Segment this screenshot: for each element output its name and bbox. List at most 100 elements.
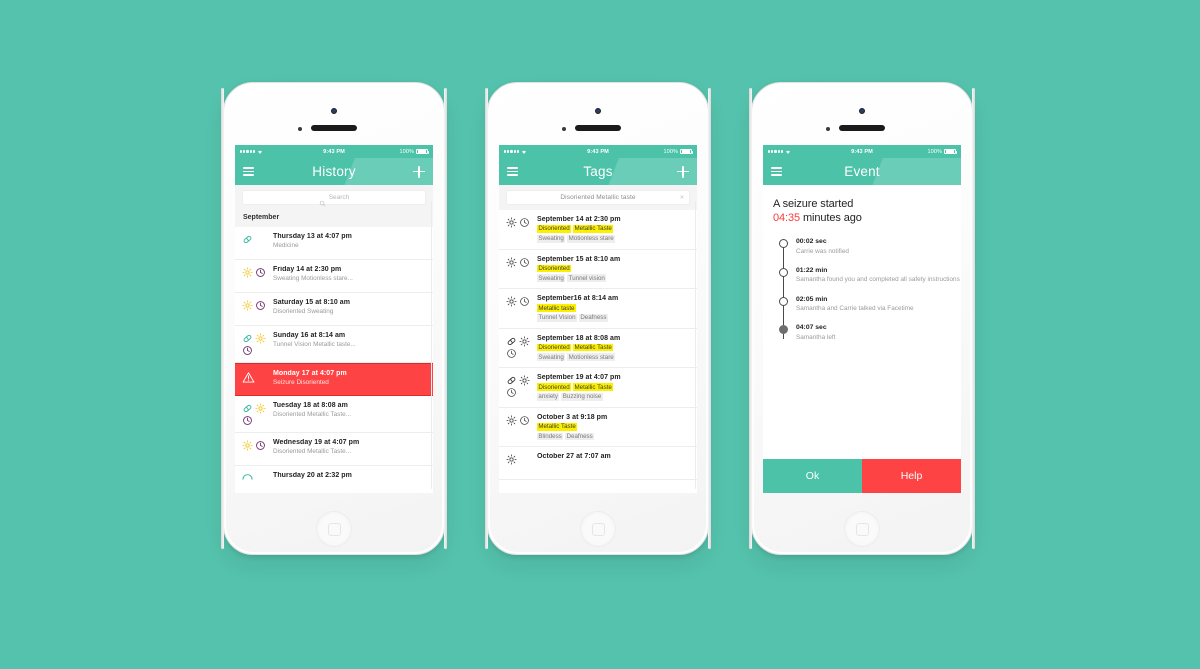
tag-highlighted[interactable]: Disoriented [537,383,572,392]
row-icons [242,299,272,311]
home-button-square-icon [591,522,605,536]
tag[interactable]: Buzzing noise [561,393,603,401]
tag[interactable]: Blindess [537,432,564,441]
tag[interactable]: Tunnel Vision [537,313,577,322]
tag-row[interactable]: September16 at 8:14 am Metallic taste Tun… [499,289,697,329]
tag-highlighted[interactable]: Metallic Taste [573,225,614,233]
hamburger-menu-icon[interactable] [243,167,254,176]
row-text: Friday 14 at 2:30 pm Sweating Motionless… [272,266,425,282]
tag-line: Disoriented [537,264,689,273]
front-camera-icon [595,108,601,114]
tag[interactable]: Sweating [537,234,566,243]
tag-highlighted[interactable]: Disoriented [537,225,572,233]
history-row[interactable]: Saturday 15 at 8:10 am Disoriented Sweat… [235,293,433,326]
front-camera-icon [331,108,337,114]
tag[interactable]: Tunnel vision [567,274,607,283]
tag-row[interactable]: October 3 at 9:18 pm Metallic Taste Blind… [499,407,697,448]
sun-icon [255,403,266,414]
tag-highlighted[interactable]: Metallic Taste [573,383,614,392]
row-subtitle: Seizure Disoriented [273,379,329,386]
sun-icon [506,296,517,307]
phone-edge-right [708,88,711,549]
scrollbar[interactable] [430,201,432,489]
tag-row[interactable]: October 27 at 7:07 am [499,447,697,481]
help-button[interactable]: Help [862,459,961,493]
earpiece-speaker-icon [575,125,621,131]
history-row[interactable]: Thursday 20 at 2:32 pm [235,466,433,493]
hamburger-menu-icon[interactable] [507,167,518,176]
row-subtitle: Disoriented Metallic Taste... [273,411,352,418]
tag-row[interactable]: September 14 at 2:30 pm Disoriented Metal… [499,210,697,250]
tag[interactable]: Deafness [565,432,595,441]
event-elapsed-time: 04:35 [773,212,801,224]
home-button[interactable] [580,511,616,547]
row-icons [242,233,272,245]
pill-icon [506,375,517,386]
history-row[interactable]: Thursday 13 at 4:07 pm Medicine [235,227,433,260]
nav-title-tags: Tags [583,164,613,179]
search-input[interactable]: Disoriented Metallic taste × [506,190,690,205]
phone-edge-left [749,88,752,549]
timeline-time: 01:22 min [796,266,828,274]
tag-line: Disoriented Metallic Taste [537,343,689,352]
screenshot-stage: 9:43 PM 100% History Search September Th… [0,0,1200,669]
row-text: Thursday 20 at 2:32 pm [272,472,425,479]
sun-icon [242,440,253,451]
screen-event[interactable]: 9:43 PM 100% Event A seizure started 04:… [763,145,961,493]
tag-row[interactable]: September 19 at 4:07 pm Disoriented Metal… [499,368,697,408]
tag[interactable]: Sweating [537,353,566,362]
scrollbar[interactable] [694,201,696,489]
proximity-sensor-icon [298,127,302,131]
warning-icon [242,371,255,384]
tag-highlighted[interactable]: Metallic taste [537,304,576,312]
history-row[interactable]: Friday 14 at 2:30 pm Sweating Motionless… [235,260,433,293]
screen-history[interactable]: 9:43 PM 100% History Search September Th… [235,145,433,493]
sun-icon [506,415,517,426]
tag-row[interactable]: September 15 at 8:10 am Disoriented Sweat… [499,249,697,290]
add-button[interactable] [677,165,689,178]
tag[interactable]: Sweating [537,274,566,283]
tag-line: Tunnel Vision Deafness [537,313,689,322]
ok-button[interactable]: Ok [763,459,862,493]
home-button-square-icon [855,522,869,536]
tag[interactable]: Deafness [578,313,608,322]
tag-highlighted[interactable]: Metallic Taste [573,343,614,352]
tag-highlighted[interactable]: Metallic Taste [537,422,578,431]
tags-list[interactable]: September 14 at 2:30 pm Disoriented Metal… [499,210,697,481]
hamburger-menu-icon[interactable] [771,167,782,176]
row-icons [242,402,272,426]
tag[interactable]: Motionless stare [567,353,616,362]
row-subtitle: Disoriented Metallic Taste... [273,448,352,455]
battery-percent: 100% [927,148,942,155]
home-button[interactable] [316,511,352,547]
tag[interactable]: Motionless stare [567,234,616,243]
history-row[interactable]: Sunday 16 at 8:14 am Tunnel Vision Metal… [235,326,433,363]
battery-percent: 100% [399,148,414,155]
tag-highlighted[interactable]: Disoriented [537,343,572,352]
clock-icon [242,415,253,426]
sun-icon [519,336,530,347]
seizure-alert-row[interactable]: Monday 17 at 4:07 pm Seizure Disoriented [235,363,433,396]
history-list[interactable]: Thursday 13 at 4:07 pm Medicine Friday 1… [235,227,433,493]
add-button[interactable] [413,165,425,178]
timeline-time: 04:07 sec [796,324,827,332]
battery-icon [680,148,694,155]
tag-highlighted[interactable]: Disoriented [537,264,572,273]
tag[interactable]: anxiety [537,393,560,401]
timeline-dot-icon [779,239,788,248]
clock-icon [519,257,530,268]
home-button-square-icon [327,522,341,536]
timeline-item: 02:05 min Samantha and Carrie talked via… [779,296,961,314]
row-subtitle: Medicine [273,242,299,249]
home-button[interactable] [844,511,880,547]
row-title: September 14 at 2:30 pm [537,216,621,223]
proximity-sensor-icon [826,127,830,131]
row-text: Sunday 16 at 8:14 am Tunnel Vision Metal… [272,332,425,348]
search-input[interactable]: Search [242,190,426,207]
history-row[interactable]: Tuesday 18 at 8:08 am Disoriented Metall… [235,396,433,433]
screen-tags[interactable]: 9:43 PM 100% Tags Disoriented Metallic t… [499,145,697,493]
clear-search-icon[interactable]: × [680,194,684,201]
history-row[interactable]: Wednesday 19 at 4:07 pm Disoriented Meta… [235,433,433,466]
row-text: Monday 17 at 4:07 pm Seizure Disoriented [272,370,425,386]
tag-row[interactable]: September 18 at 8:08 am Disoriented Metal… [499,328,697,369]
